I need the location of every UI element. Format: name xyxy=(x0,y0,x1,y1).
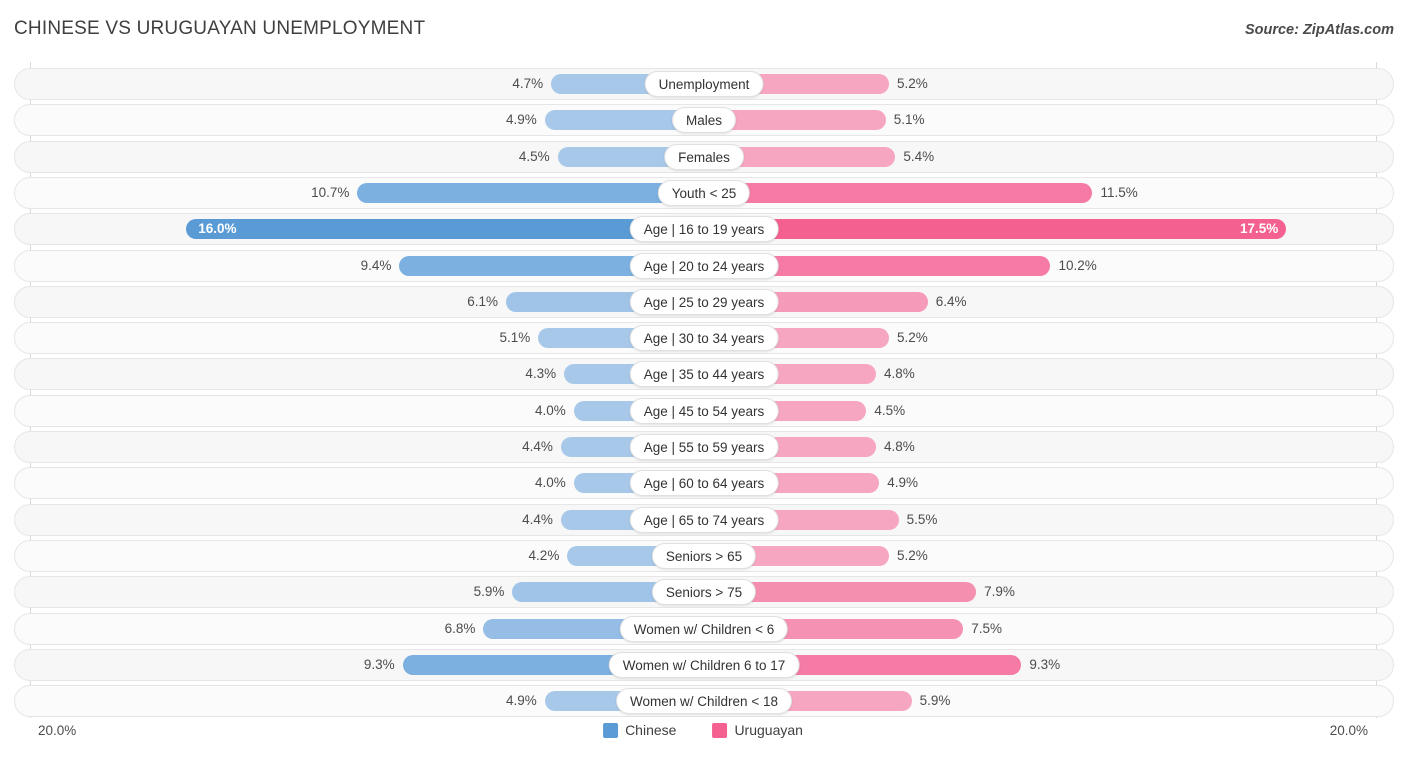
value-label-chinese: 5.9% xyxy=(473,584,505,600)
value-label-chinese: 16.0% xyxy=(198,221,237,237)
row-category-label: Females xyxy=(664,143,744,170)
value-label-uruguayan: 9.3% xyxy=(1029,656,1061,672)
table-row[interactable]: 4.0% 4.5% Age | 45 to 54 years xyxy=(14,394,1394,427)
legend-item-uruguayan[interactable]: Uruguayan xyxy=(712,722,803,738)
bar-chinese[interactable] xyxy=(357,182,703,203)
value-label-chinese: 9.3% xyxy=(363,656,395,672)
axis-label-right: 20.0% xyxy=(1329,723,1368,738)
value-label-uruguayan: 5.2% xyxy=(896,76,928,91)
table-row[interactable]: 4.2% 5.2% Seniors > 65 xyxy=(14,539,1394,572)
row-category-label: Youth < 25 xyxy=(657,179,751,206)
legend-swatch-uruguayan xyxy=(712,722,728,738)
row-category-label: Seniors > 65 xyxy=(651,542,757,569)
value-label-chinese: 4.7% xyxy=(512,76,544,91)
table-row[interactable]: 5.9% 7.9% Seniors > 75 xyxy=(14,576,1394,609)
table-row[interactable]: 4.3% 4.8% Age | 35 to 44 years xyxy=(14,358,1394,391)
row-category-label: Age | 25 to 29 years xyxy=(629,288,779,315)
table-row[interactable]: 6.8% 7.5% Women w/ Children < 6 xyxy=(14,612,1394,645)
row-category-label: Unemployment xyxy=(644,71,764,97)
table-row[interactable]: 9.4% 10.2% Age | 20 to 24 years xyxy=(14,249,1394,282)
value-label-chinese: 6.8% xyxy=(444,620,476,636)
value-label-chinese: 4.2% xyxy=(528,547,560,563)
value-label-uruguayan: 7.5% xyxy=(971,620,1003,636)
row-category-label: Age | 65 to 74 years xyxy=(629,506,779,533)
row-category-label: Age | 16 to 19 years xyxy=(629,216,779,243)
table-row[interactable]: 5.1% 5.2% Age | 30 to 34 years xyxy=(14,322,1394,355)
table-row[interactable]: 4.0% 4.9% Age | 60 to 64 years xyxy=(14,467,1394,500)
row-category-label: Age | 30 to 34 years xyxy=(629,325,779,352)
table-row[interactable]: 6.1% 6.4% Age | 25 to 29 years xyxy=(14,285,1394,318)
bar-uruguayan[interactable] xyxy=(721,146,896,167)
row-category-label: Males xyxy=(671,107,737,134)
value-label-chinese: 4.9% xyxy=(505,693,537,709)
value-label-uruguayan: 11.5% xyxy=(1100,184,1138,200)
row-category-label: Age | 20 to 24 years xyxy=(629,252,779,279)
bar-uruguayan[interactable] xyxy=(721,182,1093,203)
legend-item-chinese[interactable]: Chinese xyxy=(603,722,676,738)
bar-uruguayan[interactable] xyxy=(721,582,977,603)
value-label-chinese: 10.7% xyxy=(311,184,350,200)
unemployment-comparison-chart: CHINESE VS URUGUAYAN UNEMPLOYMENT Source… xyxy=(0,0,1406,757)
table-row[interactable]: 4.9% 5.1% Males xyxy=(14,104,1394,137)
value-label-uruguayan: 7.9% xyxy=(984,584,1015,600)
legend: Chinese Uruguayan xyxy=(603,722,803,738)
table-row[interactable]: 4.9% 5.9% Women w/ Children < 18 xyxy=(14,685,1394,718)
value-label-chinese: 4.5% xyxy=(518,148,550,164)
table-row[interactable]: 4.4% 4.8% Age | 55 to 59 years xyxy=(14,431,1394,463)
bar-chinese[interactable] xyxy=(186,219,703,240)
source-attribution: Source: ZipAtlas.com xyxy=(1244,22,1394,38)
value-label-uruguayan: 17.5% xyxy=(1239,221,1279,237)
value-label-uruguayan: 5.1% xyxy=(893,112,925,128)
plot-area: 4.7% 5.2% Unemployment 4.9% 5.1% Males 4.5% 5.4… xyxy=(0,62,1406,718)
value-label-uruguayan: 5.2% xyxy=(896,547,928,563)
value-label-uruguayan: 5.4% xyxy=(903,148,935,164)
value-label-uruguayan: 5.2% xyxy=(896,330,928,346)
value-label-uruguayan: 10.2% xyxy=(1058,257,1097,273)
value-label-uruguayan: 5.9% xyxy=(919,693,951,709)
bar-uruguayan[interactable] xyxy=(721,219,1287,240)
table-row[interactable]: 4.7% 5.2% Unemployment xyxy=(14,68,1394,100)
value-label-uruguayan: 4.8% xyxy=(884,439,915,454)
value-label-uruguayan: 4.5% xyxy=(874,402,906,418)
value-label-chinese: 4.9% xyxy=(505,112,537,128)
row-category-label: Age | 35 to 44 years xyxy=(629,361,779,388)
chart-footer: 20.0% Chinese Uruguayan 20.0% xyxy=(0,718,1406,757)
table-row[interactable]: 9.3% 9.3% Women w/ Children 6 to 17 xyxy=(14,648,1394,681)
value-label-uruguayan: 4.8% xyxy=(884,366,915,382)
table-row[interactable]: 4.4% 5.5% Age | 65 to 74 years xyxy=(14,503,1394,536)
value-label-uruguayan: 5.5% xyxy=(906,511,938,527)
legend-label-uruguayan: Uruguayan xyxy=(734,722,803,738)
row-category-label: Women w/ Children < 18 xyxy=(616,688,792,715)
page-title: CHINESE VS URUGUAYAN UNEMPLOYMENT xyxy=(14,18,426,39)
row-category-label: Age | 45 to 54 years xyxy=(629,397,779,424)
bar-uruguayan[interactable] xyxy=(721,110,886,131)
row-category-label: Women w/ Children < 6 xyxy=(619,615,789,642)
row-category-label: Age | 60 to 64 years xyxy=(629,470,779,497)
table-row[interactable]: 10.7% 11.5% Youth < 25 xyxy=(14,176,1394,209)
value-label-chinese: 4.4% xyxy=(522,439,553,454)
row-category-label: Age | 55 to 59 years xyxy=(629,434,779,460)
axis-label-left: 20.0% xyxy=(38,723,77,738)
value-label-chinese: 4.0% xyxy=(535,475,566,491)
value-label-uruguayan: 6.4% xyxy=(935,293,967,309)
value-label-uruguayan: 4.9% xyxy=(887,475,919,491)
legend-swatch-chinese xyxy=(603,722,619,738)
table-row[interactable]: 16.0% 17.5% Age | 16 to 19 years xyxy=(14,213,1394,246)
value-label-chinese: 4.0% xyxy=(535,402,566,418)
legend-label-chinese: Chinese xyxy=(625,722,677,738)
table-row[interactable]: 4.5% 5.4% Females xyxy=(14,140,1394,173)
value-label-chinese: 4.4% xyxy=(522,511,553,527)
row-category-label: Seniors > 75 xyxy=(651,579,757,606)
value-label-chinese: 5.1% xyxy=(499,330,531,346)
value-label-chinese: 6.1% xyxy=(467,293,498,309)
value-label-chinese: 9.4% xyxy=(360,257,392,273)
value-label-chinese: 4.3% xyxy=(525,366,557,382)
row-category-label: Women w/ Children 6 to 17 xyxy=(608,651,800,678)
